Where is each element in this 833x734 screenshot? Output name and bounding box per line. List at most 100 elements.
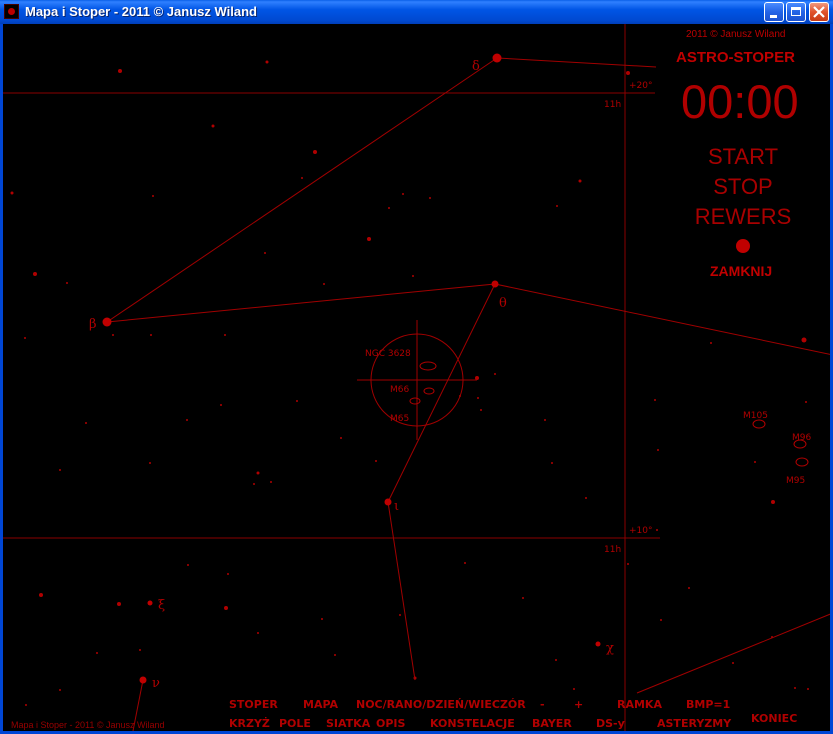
grid-label-ra-bottom: 11h	[604, 545, 621, 555]
menu-siatka[interactable]: SIATKA	[326, 717, 370, 730]
background-star	[253, 483, 255, 485]
background-star	[464, 562, 466, 564]
close-panel-button[interactable]: ZAMKNIJ	[710, 263, 772, 279]
app-icon[interactable]	[4, 4, 19, 19]
label-m65: M65	[390, 414, 409, 424]
menu-ramka[interactable]: RAMKA	[617, 698, 662, 711]
background-star	[556, 205, 558, 207]
background-star	[66, 282, 68, 284]
footer-credit: Mapa i Stoper - 2011 © Janusz Wiland	[11, 720, 165, 730]
grid-label-ra-top: 11h	[604, 100, 621, 110]
star-delta	[492, 53, 502, 63]
close-icon	[813, 6, 825, 18]
background-star	[187, 564, 189, 566]
label-nu: ν	[152, 676, 160, 691]
menu-stoper[interactable]: STOPER	[229, 698, 278, 711]
menu-mode[interactable]: NOC/RANO/DZIEŃ/WIECZÓR	[356, 698, 526, 711]
label-m66: M66	[390, 385, 409, 395]
menu-zoom-out[interactable]: -	[540, 698, 545, 711]
background-star	[301, 177, 303, 179]
background-star	[39, 593, 43, 597]
star-iota	[384, 498, 392, 506]
background-star	[375, 460, 377, 462]
background-star	[112, 334, 114, 336]
galaxy-m65	[409, 397, 421, 405]
background-star	[211, 124, 215, 128]
label-theta: θ	[499, 296, 507, 311]
maximize-button[interactable]	[786, 2, 806, 22]
galaxy-m105	[752, 419, 766, 429]
background-star	[224, 334, 226, 336]
background-star	[494, 373, 496, 375]
title-bar[interactable]: Mapa i Stoper - 2011 © Janusz Wiland	[0, 0, 833, 24]
background-star	[399, 614, 401, 616]
named-stars	[102, 53, 601, 684]
menu-krzyz[interactable]: KRZYŻ	[229, 717, 270, 730]
grid-label-dec-bottom: +10°	[629, 526, 653, 536]
background-star	[660, 619, 662, 621]
label-beta: β	[89, 317, 97, 332]
background-star	[585, 497, 587, 499]
label-delta: δ	[472, 59, 480, 74]
background-star	[117, 602, 121, 606]
background-star	[402, 193, 404, 195]
menu-bmp[interactable]: BMP=1	[686, 698, 730, 711]
background-star	[59, 689, 61, 691]
menu-pole[interactable]: POLE	[279, 717, 311, 730]
menu-asteryzmy[interactable]: ASTERYZMY	[657, 717, 731, 730]
galaxy-ngc3628	[419, 361, 437, 371]
menu-opis[interactable]: OPIS	[376, 717, 405, 730]
background-star	[771, 500, 775, 504]
background-star	[186, 419, 188, 421]
label-chi: χ	[606, 641, 614, 656]
close-button[interactable]	[809, 2, 829, 22]
menu-konstelacje[interactable]: KONSTELACJE	[430, 717, 515, 730]
label-m96: M96	[792, 433, 811, 443]
menu-koniec[interactable]: KONIEC	[751, 712, 797, 725]
background-star	[794, 687, 796, 689]
background-star	[227, 573, 229, 575]
menu-zoom-in[interactable]: +	[574, 698, 583, 711]
background-star	[657, 449, 659, 451]
timer-display: 00:00	[681, 75, 799, 128]
menu-ds[interactable]: DS-y	[596, 717, 625, 730]
background-star	[626, 71, 630, 75]
menu-mapa[interactable]: MAPA	[303, 698, 338, 711]
background-star	[429, 197, 431, 199]
background-star	[807, 688, 809, 690]
reverse-button[interactable]: REWERS	[668, 204, 818, 230]
background-star	[296, 400, 298, 402]
background-star	[33, 272, 37, 276]
background-star	[477, 397, 479, 399]
credit-label: 2011 © Janusz Wiland	[686, 29, 786, 40]
background-star	[85, 422, 87, 424]
background-star	[24, 337, 26, 339]
background-star	[340, 437, 342, 439]
label-m95: M95	[786, 476, 805, 486]
star-beta	[102, 317, 112, 327]
finder-crosshair	[357, 320, 477, 440]
background-star	[59, 469, 61, 471]
background-star	[220, 404, 222, 406]
background-star	[139, 649, 141, 651]
stop-button[interactable]: STOP	[668, 174, 818, 200]
label-iota: ι	[394, 499, 399, 514]
start-button[interactable]: START	[668, 144, 818, 170]
background-star	[25, 704, 27, 706]
background-star	[367, 237, 371, 241]
background-star	[264, 252, 266, 254]
galaxy-m95	[795, 457, 809, 467]
background-star	[152, 195, 154, 197]
star-map[interactable]: +20° 11h +10° 11h δ β θ ι ξ ν χ NGC 3628…	[3, 24, 830, 731]
label-ngc3628: NGC 3628	[365, 349, 411, 359]
background-star	[118, 69, 122, 73]
background-star	[412, 275, 414, 277]
background-star	[265, 60, 269, 64]
stopwatch-title: ASTRO-STOPER	[676, 49, 795, 66]
label-m105: M105	[743, 411, 768, 421]
minimize-button[interactable]	[764, 2, 784, 22]
background-star	[480, 409, 482, 411]
background-star	[321, 618, 323, 620]
menu-bayer[interactable]: BAYER	[532, 717, 572, 730]
background-star	[224, 606, 228, 610]
